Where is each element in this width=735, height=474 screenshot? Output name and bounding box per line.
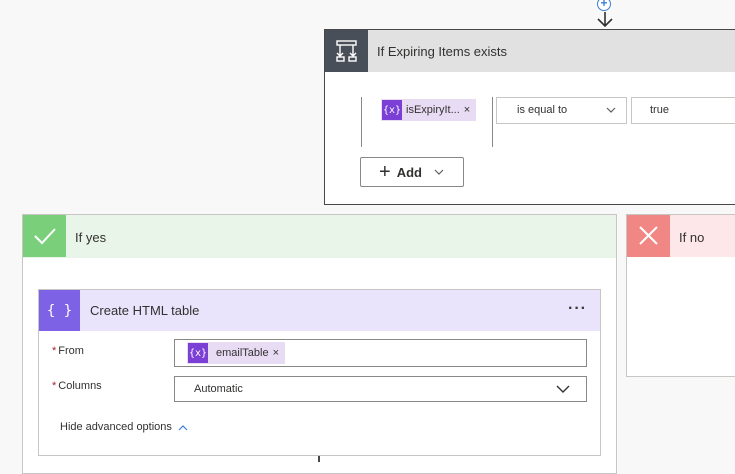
condition-header[interactable]: If Expiring Items exists bbox=[325, 30, 735, 72]
chevron-down-icon bbox=[606, 107, 616, 113]
from-label: * From bbox=[52, 345, 84, 357]
remove-token-icon[interactable]: × bbox=[273, 347, 279, 359]
checkmark-icon bbox=[23, 215, 66, 257]
required-marker: * bbox=[52, 380, 57, 392]
chevron-up-icon bbox=[178, 424, 188, 430]
condition-operand-field[interactable]: {x} isExpiryIt... × bbox=[361, 97, 493, 147]
variable-token[interactable]: {x} isExpiryIt... × bbox=[381, 99, 477, 121]
more-options-icon[interactable]: ··· bbox=[568, 300, 587, 318]
token-label: emailTable bbox=[216, 347, 269, 359]
columns-value: Automatic bbox=[194, 383, 243, 395]
action-header[interactable]: { } Create HTML table ··· bbox=[39, 290, 600, 331]
create-html-table-card: { } Create HTML table ··· * From {x} emai… bbox=[38, 289, 601, 456]
connector-line bbox=[318, 456, 320, 462]
arrow-down-icon bbox=[597, 12, 613, 28]
columns-select[interactable]: Automatic bbox=[174, 376, 587, 402]
condition-icon bbox=[325, 30, 368, 72]
columns-label: * Columns bbox=[52, 380, 102, 392]
if-no-branch: If no bbox=[626, 214, 735, 377]
from-label-text: From bbox=[58, 345, 84, 357]
condition-title[interactable]: If Expiring Items exists bbox=[377, 44, 507, 59]
columns-label-text: Columns bbox=[58, 380, 102, 392]
from-input[interactable]: {x} emailTable × bbox=[174, 339, 587, 367]
token-label: isExpiryIt... bbox=[406, 104, 460, 116]
operator-select[interactable]: is equal to bbox=[496, 97, 627, 124]
close-icon bbox=[627, 215, 670, 257]
hide-advanced-options-link[interactable]: Hide advanced options bbox=[60, 421, 188, 433]
variable-icon: {x} bbox=[382, 100, 402, 120]
required-marker: * bbox=[52, 345, 57, 357]
variable-token[interactable]: {x} emailTable × bbox=[187, 342, 286, 364]
condition-card: If Expiring Items exists {x} isExpiryIt.… bbox=[324, 29, 735, 205]
action-title[interactable]: Create HTML table bbox=[90, 303, 199, 318]
if-no-title: If no bbox=[679, 230, 705, 245]
remove-token-icon[interactable]: × bbox=[464, 104, 470, 116]
insert-step-icon[interactable]: + bbox=[597, 0, 611, 11]
chevron-down-icon bbox=[556, 385, 570, 393]
data-operation-icon: { } bbox=[39, 290, 80, 331]
condition-value-input[interactable]: true bbox=[631, 97, 735, 124]
chevron-down-icon bbox=[434, 169, 444, 175]
if-yes-title: If yes bbox=[75, 230, 107, 245]
condition-value: true bbox=[650, 104, 669, 116]
plus-icon: + bbox=[379, 161, 391, 183]
if-yes-header[interactable]: If yes bbox=[23, 215, 616, 258]
hide-advanced-label: Hide advanced options bbox=[60, 421, 172, 433]
add-condition-button[interactable]: + Add bbox=[360, 157, 464, 187]
variable-icon: {x} bbox=[188, 343, 208, 363]
add-label: Add bbox=[396, 164, 422, 180]
operator-value: is equal to bbox=[517, 104, 568, 116]
if-no-header[interactable]: If no bbox=[627, 215, 735, 257]
